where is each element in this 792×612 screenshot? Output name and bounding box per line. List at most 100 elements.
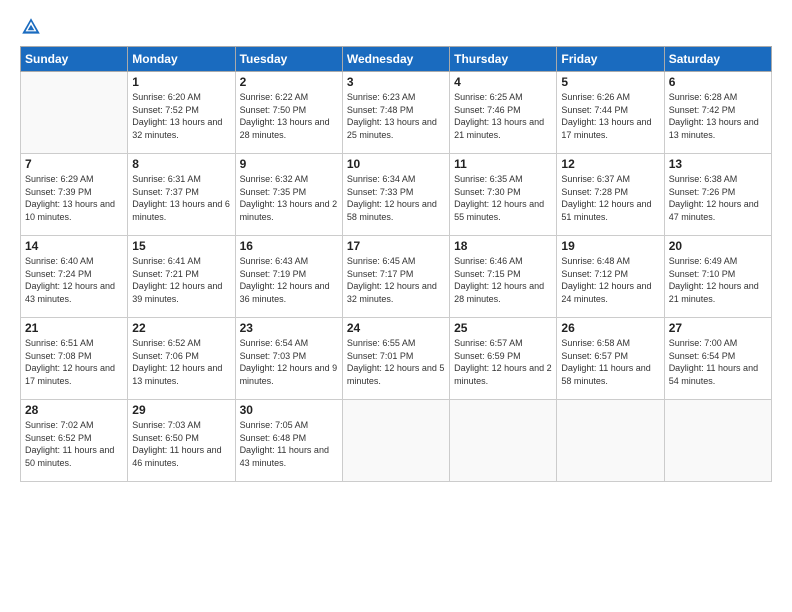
day-info: Sunrise: 6:28 AMSunset: 7:42 PMDaylight:… xyxy=(669,91,767,141)
sunrise-text: Sunrise: 6:57 AM xyxy=(454,337,552,350)
day-number: 29 xyxy=(132,403,230,417)
sunset-text: Sunset: 7:15 PM xyxy=(454,268,552,281)
calendar-cell: 23Sunrise: 6:54 AMSunset: 7:03 PMDayligh… xyxy=(235,318,342,400)
daylight-text: Daylight: 11 hours and 46 minutes. xyxy=(132,444,230,469)
sunset-text: Sunset: 6:57 PM xyxy=(561,350,659,363)
sunset-text: Sunset: 6:48 PM xyxy=(240,432,338,445)
calendar-cell xyxy=(450,400,557,482)
calendar-cell: 26Sunrise: 6:58 AMSunset: 6:57 PMDayligh… xyxy=(557,318,664,400)
day-info: Sunrise: 6:35 AMSunset: 7:30 PMDaylight:… xyxy=(454,173,552,223)
sunset-text: Sunset: 7:52 PM xyxy=(132,104,230,117)
daylight-text: Daylight: 12 hours and 32 minutes. xyxy=(347,280,445,305)
day-number: 6 xyxy=(669,75,767,89)
calendar-cell: 12Sunrise: 6:37 AMSunset: 7:28 PMDayligh… xyxy=(557,154,664,236)
calendar-cell: 17Sunrise: 6:45 AMSunset: 7:17 PMDayligh… xyxy=(342,236,449,318)
sunset-text: Sunset: 7:26 PM xyxy=(669,186,767,199)
day-number: 15 xyxy=(132,239,230,253)
sunrise-text: Sunrise: 6:40 AM xyxy=(25,255,123,268)
weekday-header-friday: Friday xyxy=(557,47,664,72)
calendar-cell xyxy=(342,400,449,482)
sunset-text: Sunset: 7:21 PM xyxy=(132,268,230,281)
sunrise-text: Sunrise: 7:03 AM xyxy=(132,419,230,432)
sunset-text: Sunset: 7:08 PM xyxy=(25,350,123,363)
sunset-text: Sunset: 7:24 PM xyxy=(25,268,123,281)
day-info: Sunrise: 7:03 AMSunset: 6:50 PMDaylight:… xyxy=(132,419,230,469)
weekday-header-sunday: Sunday xyxy=(21,47,128,72)
calendar-cell: 29 Sunrise: 7:03 AMSunset: 6:50 PMDayligh… xyxy=(128,400,235,482)
weekday-header-thursday: Thursday xyxy=(450,47,557,72)
weekday-header-monday: Monday xyxy=(128,47,235,72)
day-number: 1 xyxy=(132,75,230,89)
day-number: 27 xyxy=(669,321,767,335)
weekday-header-saturday: Saturday xyxy=(664,47,771,72)
sunrise-text: Sunrise: 6:54 AM xyxy=(240,337,338,350)
sunset-text: Sunset: 7:35 PM xyxy=(240,186,338,199)
daylight-text: Daylight: 13 hours and 28 minutes. xyxy=(240,116,338,141)
calendar-cell: 1Sunrise: 6:20 AMSunset: 7:52 PMDaylight… xyxy=(128,72,235,154)
daylight-text: Daylight: 12 hours and 55 minutes. xyxy=(454,198,552,223)
sunset-text: Sunset: 7:42 PM xyxy=(669,104,767,117)
sunrise-text: Sunrise: 6:22 AM xyxy=(240,91,338,104)
sunrise-text: Sunrise: 6:45 AM xyxy=(347,255,445,268)
daylight-text: Daylight: 11 hours and 43 minutes. xyxy=(240,444,338,469)
sunset-text: Sunset: 6:59 PM xyxy=(454,350,552,363)
sunrise-text: Sunrise: 6:49 AM xyxy=(669,255,767,268)
sunset-text: Sunset: 6:54 PM xyxy=(669,350,767,363)
day-info: Sunrise: 6:23 AMSunset: 7:48 PMDaylight:… xyxy=(347,91,445,141)
weekday-header-wednesday: Wednesday xyxy=(342,47,449,72)
sunrise-text: Sunrise: 6:52 AM xyxy=(132,337,230,350)
daylight-text: Daylight: 12 hours and 5 minutes. xyxy=(347,362,445,387)
day-info: Sunrise: 6:34 AMSunset: 7:33 PMDaylight:… xyxy=(347,173,445,223)
day-number: 30 xyxy=(240,403,338,417)
daylight-text: Daylight: 13 hours and 2 minutes. xyxy=(240,198,338,223)
sunset-text: Sunset: 7:01 PM xyxy=(347,350,445,363)
daylight-text: Daylight: 12 hours and 13 minutes. xyxy=(132,362,230,387)
sunrise-text: Sunrise: 6:28 AM xyxy=(669,91,767,104)
sunrise-text: Sunrise: 6:48 AM xyxy=(561,255,659,268)
weekday-header-tuesday: Tuesday xyxy=(235,47,342,72)
daylight-text: Daylight: 12 hours and 28 minutes. xyxy=(454,280,552,305)
day-number: 25 xyxy=(454,321,552,335)
day-number: 9 xyxy=(240,157,338,171)
calendar-week-3: 21Sunrise: 6:51 AMSunset: 7:08 PMDayligh… xyxy=(21,318,772,400)
day-info: Sunrise: 6:41 AMSunset: 7:21 PMDaylight:… xyxy=(132,255,230,305)
calendar-cell: 13Sunrise: 6:38 AMSunset: 7:26 PMDayligh… xyxy=(664,154,771,236)
day-number: 28 xyxy=(25,403,123,417)
day-info: Sunrise: 6:40 AMSunset: 7:24 PMDaylight:… xyxy=(25,255,123,305)
day-number: 21 xyxy=(25,321,123,335)
daylight-text: Daylight: 13 hours and 25 minutes. xyxy=(347,116,445,141)
sunset-text: Sunset: 7:17 PM xyxy=(347,268,445,281)
sunrise-text: Sunrise: 6:37 AM xyxy=(561,173,659,186)
sunrise-text: Sunrise: 6:35 AM xyxy=(454,173,552,186)
sunset-text: Sunset: 6:50 PM xyxy=(132,432,230,445)
sunset-text: Sunset: 7:03 PM xyxy=(240,350,338,363)
day-info: Sunrise: 6:45 AMSunset: 7:17 PMDaylight:… xyxy=(347,255,445,305)
sunset-text: Sunset: 7:37 PM xyxy=(132,186,230,199)
daylight-text: Daylight: 12 hours and 17 minutes. xyxy=(25,362,123,387)
sunset-text: Sunset: 7:19 PM xyxy=(240,268,338,281)
calendar-cell: 30Sunrise: 7:05 AMSunset: 6:48 PMDayligh… xyxy=(235,400,342,482)
day-info: Sunrise: 6:38 AMSunset: 7:26 PMDaylight:… xyxy=(669,173,767,223)
day-number: 4 xyxy=(454,75,552,89)
calendar-cell: 14Sunrise: 6:40 AMSunset: 7:24 PMDayligh… xyxy=(21,236,128,318)
calendar-cell: 16Sunrise: 6:43 AMSunset: 7:19 PMDayligh… xyxy=(235,236,342,318)
day-number: 24 xyxy=(347,321,445,335)
sunset-text: Sunset: 7:50 PM xyxy=(240,104,338,117)
daylight-text: Daylight: 13 hours and 21 minutes. xyxy=(454,116,552,141)
calendar-cell: 28Sunrise: 7:02 AMSunset: 6:52 PMDayligh… xyxy=(21,400,128,482)
calendar-cell: 11Sunrise: 6:35 AMSunset: 7:30 PMDayligh… xyxy=(450,154,557,236)
calendar-cell: 25Sunrise: 6:57 AMSunset: 6:59 PMDayligh… xyxy=(450,318,557,400)
calendar-cell: 19Sunrise: 6:48 AMSunset: 7:12 PMDayligh… xyxy=(557,236,664,318)
sunset-text: Sunset: 7:28 PM xyxy=(561,186,659,199)
sunrise-text: Sunrise: 6:43 AM xyxy=(240,255,338,268)
sunset-text: Sunset: 7:46 PM xyxy=(454,104,552,117)
calendar-cell: 8Sunrise: 6:31 AMSunset: 7:37 PMDaylight… xyxy=(128,154,235,236)
calendar-cell: 5Sunrise: 6:26 AMSunset: 7:44 PMDaylight… xyxy=(557,72,664,154)
day-number: 7 xyxy=(25,157,123,171)
day-info: Sunrise: 6:32 AMSunset: 7:35 PMDaylight:… xyxy=(240,173,338,223)
daylight-text: Daylight: 13 hours and 32 minutes. xyxy=(132,116,230,141)
day-number: 10 xyxy=(347,157,445,171)
sunrise-text: Sunrise: 7:02 AM xyxy=(25,419,123,432)
daylight-text: Daylight: 12 hours and 47 minutes. xyxy=(669,198,767,223)
daylight-text: Daylight: 11 hours and 50 minutes. xyxy=(25,444,123,469)
